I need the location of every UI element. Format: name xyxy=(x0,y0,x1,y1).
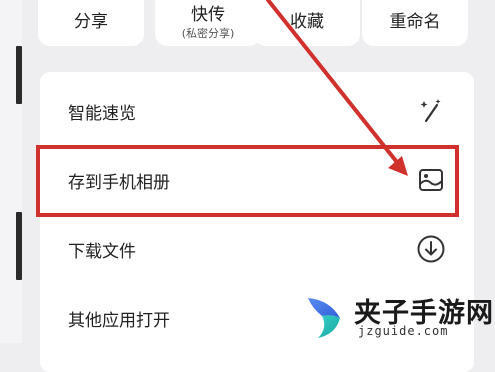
share-button[interactable]: 分享 xyxy=(38,0,144,46)
background-edge xyxy=(0,0,22,343)
download-circle-icon xyxy=(416,234,446,264)
site-logo-icon xyxy=(308,298,340,338)
menu-item-download-file[interactable]: 下载文件 xyxy=(40,214,474,284)
rename-label: 重命名 xyxy=(389,12,441,32)
site-watermark: 夹子手游网 jzguide.com xyxy=(296,288,495,343)
watermark-url: jzguide.com xyxy=(358,324,449,338)
background-mark xyxy=(16,46,22,104)
menu-item-smart-preview[interactable]: 智能速览 xyxy=(40,76,474,146)
favorite-button[interactable]: 收藏 xyxy=(254,0,360,46)
quick-transfer-button[interactable]: 快传 (私密分享) xyxy=(155,0,261,46)
quick-actions-row: 分享 快传 (私密分享) 收藏 重命名 xyxy=(28,0,495,50)
favorite-label: 收藏 xyxy=(290,12,324,32)
share-label: 分享 xyxy=(74,12,108,32)
magic-wand-icon xyxy=(416,96,446,126)
menu-item-label: 下载文件 xyxy=(68,241,136,262)
rename-button[interactable]: 重命名 xyxy=(362,0,468,46)
quick-transfer-sublabel: (私密分享) xyxy=(181,26,235,40)
highlight-box-annotation xyxy=(36,145,459,217)
background-mark xyxy=(16,212,22,280)
quick-transfer-label: 快传 xyxy=(191,4,225,25)
menu-item-label: 其他应用打开 xyxy=(68,310,170,331)
menu-item-label: 智能速览 xyxy=(68,103,136,124)
